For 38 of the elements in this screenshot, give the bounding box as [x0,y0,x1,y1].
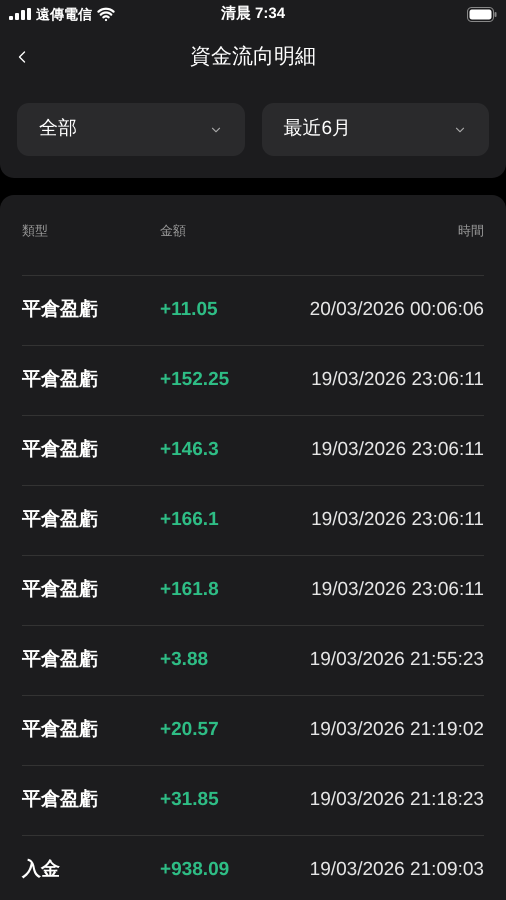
amount-cell-text: +938.09 [160,858,230,882]
filter-dropdown[interactable]: 最近6月 [262,103,489,156]
table-cell-text: 19/03/2026 23:06:11 [311,368,484,392]
table-cell-text: 平倉盈虧 [22,438,99,462]
table-cell-text: 19/03/2026 23:06:11 [311,508,484,532]
page-title: 資金流向明細 [190,44,316,70]
table-cell-text: 入金 [22,858,61,882]
amount-cell-text: +161.8 [160,578,219,602]
table-cell-text: 20/03/2026 00:06:06 [310,298,484,322]
table-cell-text: 平倉盈虧 [22,648,99,672]
clock: 清晨 7:34 [220,4,286,24]
table-cell-text: 19/03/2026 23:06:11 [311,578,484,602]
amount-cell-text: +11.05 [160,298,218,322]
column-header: 金額 [160,222,186,240]
wifi-icon [97,5,115,23]
table-cell-text: 19/03/2026 21:19:02 [310,718,484,742]
table-cell-text: 平倉盈虧 [22,788,99,812]
table-cell-text: 19/03/2026 21:09:03 [310,858,484,882]
amount-cell-text: +166.1 [160,508,219,532]
amount-cell-text: +20.57 [160,718,219,742]
table-cell-text: 19/03/2026 21:18:23 [310,788,484,812]
amount-cell-text: +31.85 [160,788,219,812]
table-cell-text: 19/03/2026 23:06:11 [311,438,484,462]
amount-cell-text: +146.3 [160,438,219,462]
column-header: 類型 [22,222,49,240]
table-cell-text: 平倉盈虧 [22,718,99,742]
table-cell-text: 平倉盈虧 [22,508,99,532]
carrier-name: 遠傳電信 [36,4,92,24]
table-cell-text: 平倉盈虧 [22,578,99,602]
amount-cell-text: +3.88 [160,648,208,672]
filter-dropdown[interactable]: 全部 [17,103,244,156]
signal-icon [9,8,31,20]
table-cell-text: 平倉盈虧 [22,368,99,392]
amount-cell-text: +152.25 [160,368,230,392]
column-header: 時間 [458,222,484,240]
battery-icon [467,6,497,22]
table-cell-text: 平倉盈虧 [22,298,99,322]
table-cell-text: 19/03/2026 21:55:23 [310,648,484,672]
